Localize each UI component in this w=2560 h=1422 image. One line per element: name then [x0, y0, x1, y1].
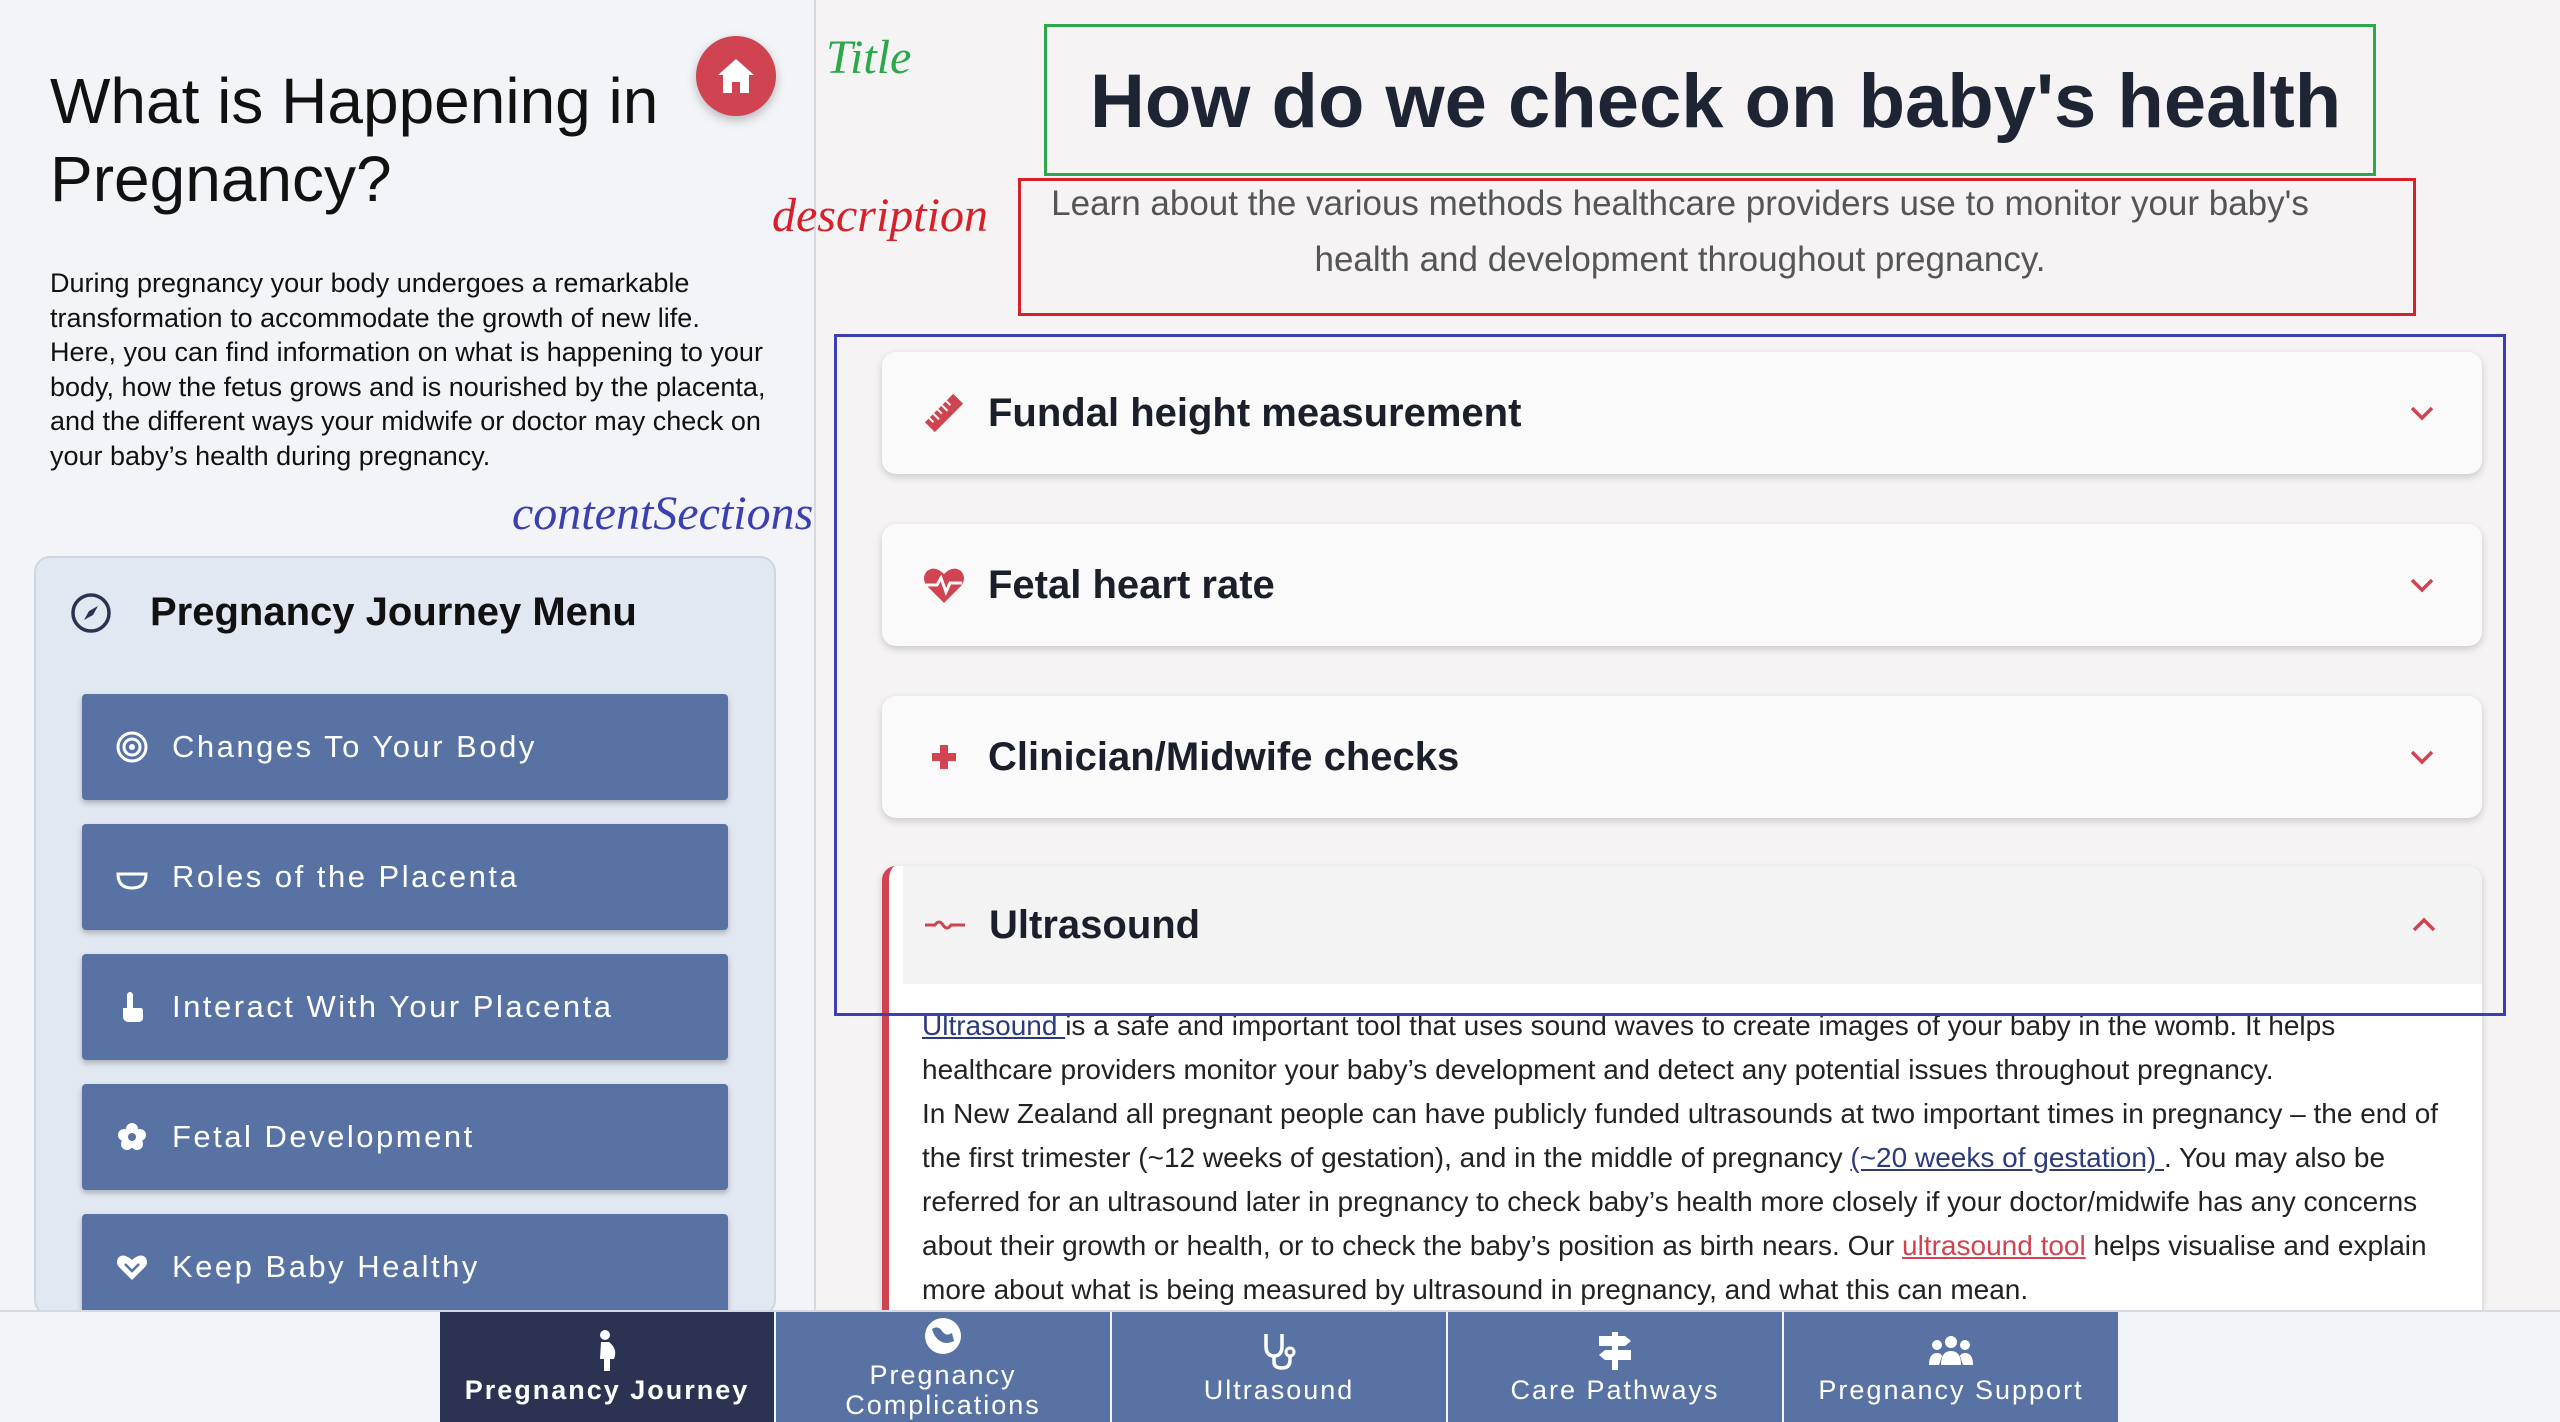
menu-item-roles-of-the-placenta[interactable]: Roles of the Placenta [82, 824, 728, 930]
page-heading: What is Happening in Pregnancy? [50, 65, 659, 215]
ultrasound-paragraph-1: Ultrasound is a safe and important tool … [922, 1010, 2336, 1085]
home-icon [718, 59, 754, 93]
menu-item-keep-baby-healthy[interactable]: Keep Baby Healthy [82, 1214, 728, 1320]
ultrasound-tool-link[interactable]: ultrasound tool [1902, 1230, 2086, 1261]
nav-label: Ultrasound [1203, 1375, 1355, 1405]
nav-pregnancy-support[interactable]: Pregnancy Support [1784, 1312, 2118, 1422]
compass-icon [71, 592, 111, 633]
hand-heart-icon [114, 1249, 150, 1285]
left-panel: What is Happening in Pregnancy? During p… [0, 0, 816, 1320]
menu-header: Pregnancy Journey Menu [70, 590, 637, 635]
globe-icon [922, 1314, 964, 1358]
menu-item-label: Fetal Development [172, 1119, 475, 1154]
stethoscope-icon [1258, 1329, 1300, 1373]
menu-item-changes-to-your-body[interactable]: Changes To Your Body [82, 694, 728, 800]
nav-pregnancy-journey[interactable]: Pregnancy Journey [440, 1312, 774, 1422]
pregnancy-journey-menu: Pregnancy Journey Menu Changes To Your B… [34, 556, 776, 1320]
menu-item-label: Changes To Your Body [172, 729, 537, 764]
bowl-icon [114, 859, 150, 895]
twenty-weeks-link[interactable]: (~20 weeks of gestation) [1850, 1142, 2164, 1173]
nav-label: Pregnancy Journey [464, 1375, 750, 1405]
annotation-content-sections: contentSections [512, 487, 814, 540]
nav-ultrasound[interactable]: Ultrasound [1112, 1312, 1446, 1422]
intro-text: During pregnancy your body undergoes a r… [50, 268, 766, 471]
page-description: Learn about the various methods healthca… [1051, 184, 2309, 279]
content-sections-highlight-box [834, 334, 2506, 1016]
nav-care-pathways[interactable]: Care Pathways [1448, 1312, 1782, 1422]
signpost-icon [1595, 1329, 1635, 1373]
menu-item-label: Keep Baby Healthy [172, 1249, 480, 1284]
menu-item-label: Roles of the Placenta [172, 859, 520, 894]
nav-label: Pregnancy Support [1818, 1375, 2084, 1405]
annotation-title: Title [826, 31, 912, 84]
annotation-description: description [772, 189, 988, 242]
ultrasound-paragraph-2: In New Zealand all pregnant people can h… [922, 1098, 2439, 1305]
pregnant-person-icon [592, 1329, 622, 1373]
flower-icon [114, 1119, 150, 1155]
menu-item-interact-with-your-placenta[interactable]: Interact With Your Placenta [82, 954, 728, 1060]
menu-item-label: Interact With Your Placenta [172, 989, 614, 1024]
nav-label: Care Pathways [1510, 1375, 1720, 1405]
ultrasound-body: Ultrasound is a safe and important tool … [889, 984, 2482, 1312]
nav-pregnancy-complications[interactable]: Pregnancy Complications [776, 1312, 1110, 1422]
home-button[interactable] [696, 36, 776, 116]
page-title: How do we check on baby's health [1090, 59, 2342, 144]
hand-pointer-icon [114, 989, 150, 1025]
menu-item-fetal-development[interactable]: Fetal Development [82, 1084, 728, 1190]
target-icon [114, 729, 150, 765]
nav-label: Pregnancy Complications [845, 1360, 1041, 1420]
menu-title: Pregnancy Journey Menu [150, 590, 637, 634]
people-icon [1927, 1329, 1975, 1373]
